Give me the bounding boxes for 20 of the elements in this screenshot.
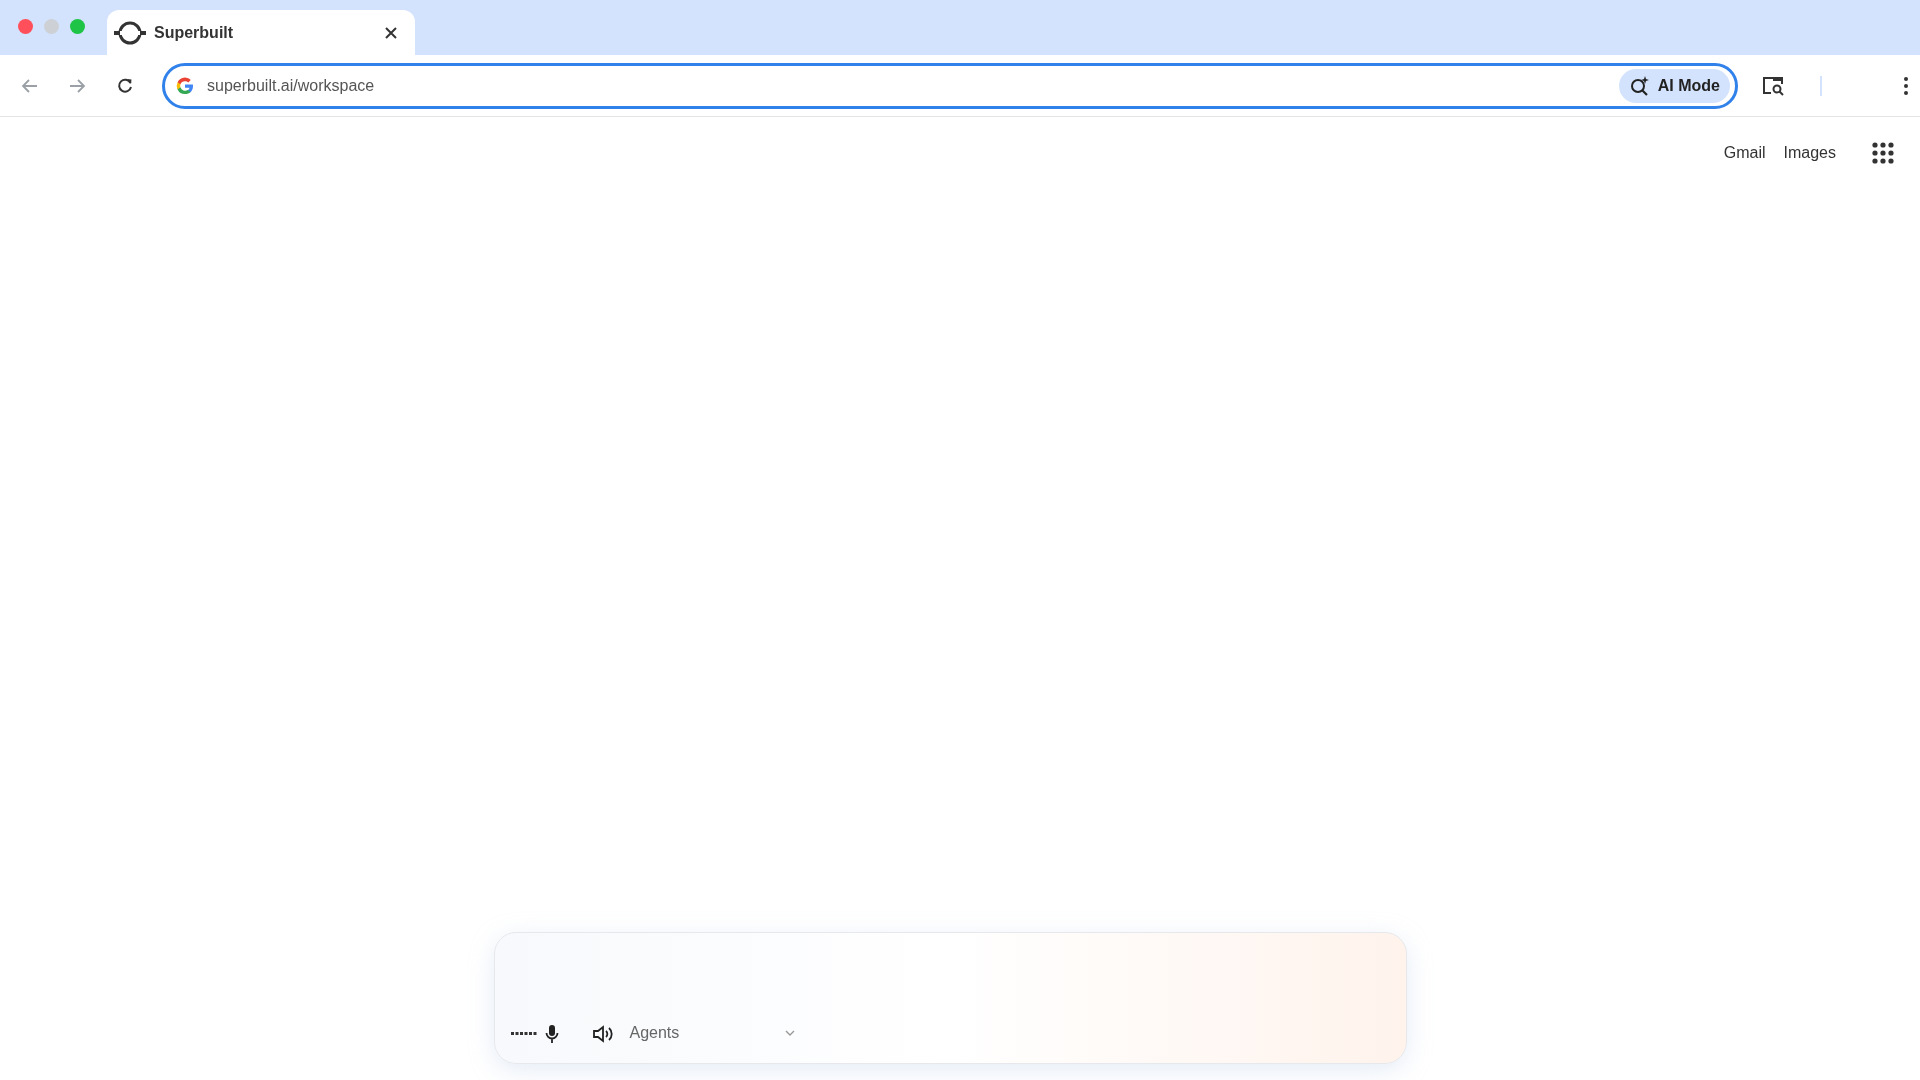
close-tab-icon[interactable] [384,25,398,40]
speaker-icon[interactable] [591,1025,614,1043]
header-link[interactable]: Gmail [1723,141,1766,165]
more-options-icon[interactable] [1903,75,1909,96]
sparkle-search-icon [1628,74,1651,97]
browser-tab[interactable]: Superbuilt [107,10,415,55]
search-tab-icon[interactable] [1762,74,1786,97]
close-window-button[interactable] [18,19,33,34]
tab-title: Superbuilt [154,22,234,43]
microphone-icon[interactable] [544,1024,559,1044]
ai-mode-button[interactable]: AI Mode [1618,68,1730,103]
prompt-composer[interactable]: Agents [493,932,1407,1064]
chevron-down-icon [784,1030,795,1036]
waveform-icon[interactable] [510,1031,537,1037]
header-link[interactable]: Images [1783,141,1836,165]
google-g-icon [175,75,195,96]
apps-grid-icon[interactable] [1872,142,1894,164]
agent-select[interactable]: Agents [629,1021,795,1045]
address-bar[interactable]: superbuilt.ai/workspace AI Mode [162,62,1738,109]
url-text: superbuilt.ai/workspace [207,75,375,96]
